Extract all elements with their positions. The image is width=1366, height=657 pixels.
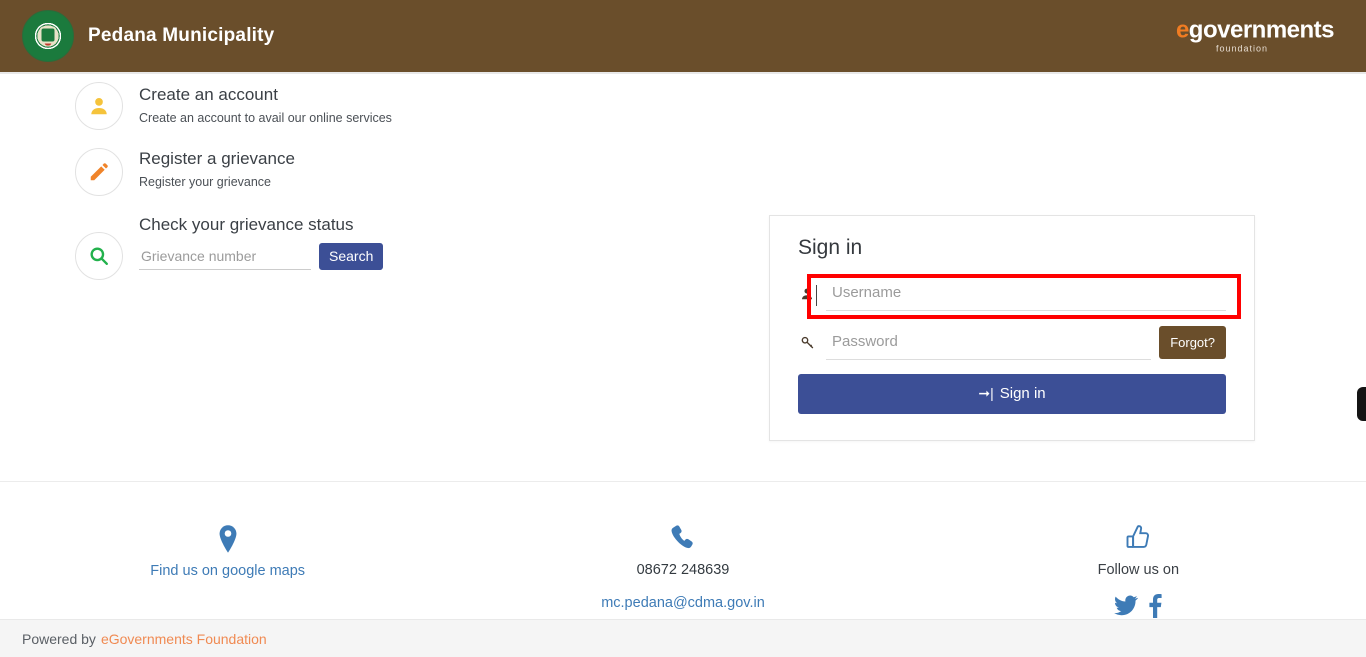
powered-by-label: Powered by — [22, 630, 96, 647]
username-row — [798, 276, 1226, 311]
app-header: Pedana Municipality egovernments foundat… — [0, 0, 1366, 72]
feature-create-account-text: Create an account Create an account to a… — [139, 82, 392, 125]
egovernments-foundation-link[interactable]: eGovernments Foundation — [101, 631, 267, 647]
search-button[interactable]: Search — [319, 242, 384, 270]
brand: Pedana Municipality — [22, 10, 274, 62]
feature-create-account[interactable]: Create an account Create an account to a… — [75, 82, 635, 130]
feature-subtitle: Create an account to avail our online se… — [139, 110, 392, 125]
feature-check-grievance-status-text: Check your grievance status Search — [139, 212, 384, 270]
egovernments-logo-e: e — [1175, 16, 1189, 44]
grievance-search-row: Search — [139, 242, 384, 270]
pencil-icon — [75, 148, 123, 196]
edge-side-tab[interactable] — [1357, 387, 1366, 421]
key-icon — [798, 335, 816, 350]
thumbs-up-icon — [911, 524, 1366, 554]
egovernments-logo: egovernments foundation — [1175, 16, 1335, 54]
password-row: Forgot? — [798, 325, 1226, 360]
footer-col-maps: Find us on google maps — [0, 504, 455, 623]
feature-title: Check your grievance status — [139, 215, 354, 234]
feature-register-grievance-text: Register a grievance Register your griev… — [139, 146, 295, 189]
footer-col-contact: 08672 248639 mc.pedana@cdma.gov.in — [455, 504, 910, 623]
egovernments-logo-word: egovernments — [1175, 16, 1335, 44]
twitter-icon[interactable] — [1114, 595, 1139, 622]
signin-card: Sign in Forgot? ➞| Sign in — [769, 215, 1255, 441]
search-icon — [75, 232, 123, 280]
footer-col-social: Follow us on — [911, 504, 1366, 623]
forgot-password-button[interactable]: Forgot? — [1159, 326, 1226, 359]
contact-email-link[interactable]: mc.pedana@cdma.gov.in — [601, 595, 765, 611]
feature-register-grievance[interactable]: Register a grievance Register your griev… — [75, 146, 635, 196]
password-input[interactable] — [826, 325, 1152, 360]
egovernments-logo-text: governments — [1188, 16, 1335, 44]
signin-button[interactable]: ➞| Sign in — [798, 374, 1226, 414]
feature-check-grievance-status: Check your grievance status Search — [75, 212, 635, 280]
signin-heading: Sign in — [798, 236, 863, 259]
contact-phone: 08672 248639 — [636, 562, 730, 578]
grievance-number-input[interactable] — [139, 244, 311, 270]
feature-title: Create an account — [139, 85, 278, 104]
feature-subtitle: Register your grievance — [139, 174, 272, 189]
user-icon — [75, 82, 123, 130]
page-title: Pedana Municipality — [88, 25, 275, 46]
powered-by-bar: Powered by eGovernments Foundation — [0, 619, 1366, 657]
section-divider — [0, 481, 1366, 482]
andhra-pradesh-government-emblem-icon — [22, 10, 74, 62]
feature-title: Register a grievance — [139, 149, 295, 168]
sign-in-arrow-icon: ➞| — [978, 385, 994, 401]
main-content: Create an account Create an account to a… — [0, 74, 1366, 618]
egovernments-logo-subtext: foundation — [1215, 43, 1268, 54]
user-icon — [798, 287, 816, 301]
footer-links: Find us on google maps 08672 248639 mc.p… — [0, 504, 1366, 623]
map-marker-icon — [0, 524, 455, 554]
feature-list: Create an account Create an account to a… — [75, 82, 635, 296]
text-cursor — [816, 285, 817, 306]
username-input[interactable] — [826, 276, 1226, 311]
follow-us-label: Follow us on — [1097, 562, 1180, 578]
google-maps-link[interactable]: Find us on google maps — [150, 563, 305, 579]
signin-button-label: Sign in — [999, 385, 1046, 402]
phone-icon — [455, 524, 910, 554]
